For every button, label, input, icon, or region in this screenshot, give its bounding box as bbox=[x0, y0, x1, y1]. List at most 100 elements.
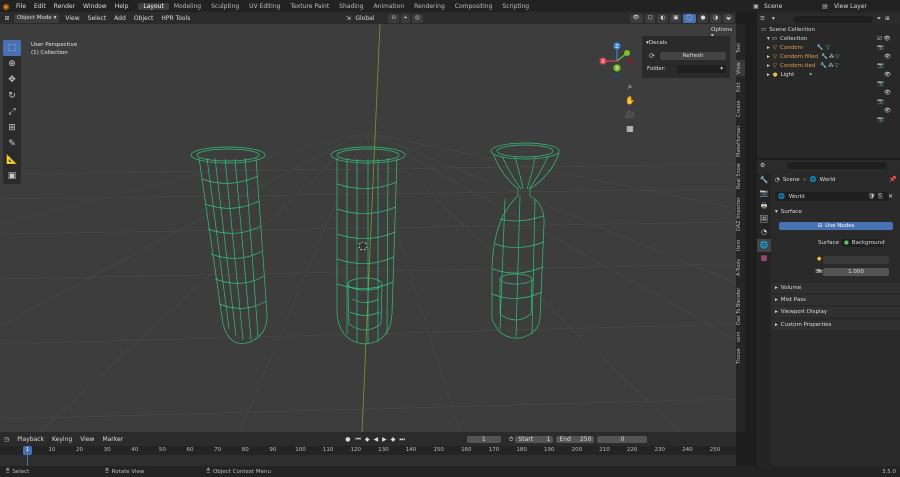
play-icon[interactable]: ▶ bbox=[380, 436, 389, 443]
play-reverse-icon[interactable]: ◀ bbox=[371, 436, 380, 443]
texture-properties-icon[interactable]: ▩ bbox=[757, 252, 771, 265]
cursor-tool-icon[interactable]: ⊕ bbox=[3, 56, 21, 72]
frame-offset-field[interactable]: 0 bbox=[597, 436, 648, 443]
tab-a-tools[interactable]: A-Tools bbox=[736, 256, 745, 280]
current-frame-field[interactable]: 1 bbox=[466, 436, 501, 443]
pan-hand-icon[interactable]: ✋ bbox=[624, 94, 636, 108]
camera-view-icon[interactable]: 🎥 bbox=[624, 108, 636, 122]
filter-dropdown-icon[interactable]: ▾ bbox=[768, 16, 779, 22]
header-menu-select[interactable]: Select bbox=[84, 15, 111, 22]
volume-panel-header[interactable]: ▸ Volume bbox=[771, 283, 900, 293]
3d-viewport[interactable]: User Perspective (1) Collection Z X Y ⌕ … bbox=[0, 24, 736, 432]
shading-material-icon[interactable]: ◑ bbox=[710, 13, 722, 23]
workspace-tab-texture-paint[interactable]: Texture Paint bbox=[285, 3, 334, 10]
timeline-menu-keying[interactable]: Keying bbox=[48, 436, 76, 443]
preview-range-icon[interactable]: ⏱ bbox=[507, 436, 516, 444]
header-menu-add[interactable]: Add bbox=[110, 15, 130, 22]
navigation-gizmo[interactable]: Z X Y bbox=[597, 41, 637, 81]
visibility-eye-icon[interactable]: 👁 📷 bbox=[877, 107, 899, 125]
header-menu-view[interactable]: View bbox=[61, 15, 83, 22]
snap-icon[interactable]: ⌖ bbox=[400, 13, 411, 23]
menu-render[interactable]: Render bbox=[50, 3, 79, 10]
mode-selector[interactable]: Object Mode ▾ bbox=[14, 13, 60, 23]
scene-properties-icon[interactable]: ◔ bbox=[757, 226, 771, 239]
overlays-icon[interactable]: ◐ bbox=[657, 13, 669, 23]
grid-perspective-icon[interactable]: ▦ bbox=[624, 122, 636, 136]
view-layer-selector[interactable]: View Layer bbox=[830, 3, 900, 10]
shading-rendered-icon[interactable]: ◒ bbox=[723, 13, 734, 23]
menu-edit[interactable]: Edit bbox=[30, 3, 50, 10]
collection-row[interactable]: ▾ ▭ Collection bbox=[767, 35, 807, 43]
gizmo-toggle-icon[interactable]: ⬡ bbox=[644, 13, 656, 23]
orientation-selector[interactable]: Global bbox=[352, 15, 388, 22]
surface-shader-field[interactable]: ● Background bbox=[841, 239, 885, 247]
color-swatch[interactable] bbox=[823, 256, 889, 264]
workspace-tab-modeling[interactable]: Modeling bbox=[169, 3, 206, 10]
jump-end-icon[interactable]: ⏭ bbox=[397, 436, 406, 444]
tab-tool[interactable]: Tool bbox=[736, 40, 745, 56]
fake-user-icon[interactable]: 🛡 bbox=[868, 193, 876, 200]
unlink-close-icon[interactable]: ✕ bbox=[888, 193, 893, 200]
tab-makehuman[interactable]: MakeHuman bbox=[736, 124, 745, 158]
pivot-point-icon[interactable]: ⊙ bbox=[388, 13, 399, 23]
tab-osm[interactable]: osm bbox=[736, 330, 745, 344]
timeline-menu-view[interactable]: View bbox=[76, 436, 98, 443]
transform-tool-icon[interactable]: ⊞ bbox=[3, 120, 21, 136]
annotate-tool-icon[interactable]: ✎ bbox=[3, 136, 21, 152]
tab-real-snow[interactable]: Real Snow bbox=[736, 162, 745, 190]
visibility-eye-icon[interactable]: 👁 📷 bbox=[877, 71, 899, 89]
blender-logo-icon[interactable]: ◉ bbox=[0, 2, 12, 11]
editor-type-icon[interactable]: ⊞ bbox=[0, 15, 14, 22]
workspace-tab-rendering[interactable]: Rendering bbox=[409, 3, 450, 10]
shading-solid-icon[interactable]: ● bbox=[697, 13, 709, 23]
view-layer-properties-icon[interactable]: 🖼 bbox=[757, 213, 771, 226]
workspace-tab-uv-editing[interactable]: UV Editing bbox=[244, 3, 285, 10]
shading-wireframe-icon[interactable]: ◯ bbox=[683, 13, 696, 23]
properties-search-field[interactable] bbox=[787, 162, 887, 169]
start-field[interactable]: Start 1 bbox=[515, 436, 554, 443]
scale-tool-icon[interactable]: ⤢ bbox=[3, 104, 21, 120]
mist-pass-panel-header[interactable]: ▸ Mist Pass bbox=[771, 295, 900, 305]
scene-collection-row[interactable]: ▭ Scene Collection bbox=[761, 26, 815, 34]
workspace-tab-sculpting[interactable]: Sculpting bbox=[206, 3, 244, 10]
use-nodes-button[interactable]: ⊟ Use Nodes bbox=[779, 222, 893, 230]
strength-field[interactable]: 1.000 bbox=[823, 268, 889, 276]
duplicate-icon[interactable]: ⎘ bbox=[878, 193, 883, 201]
header-menu-hpr-tools[interactable]: HPR Tools bbox=[157, 15, 194, 22]
timeline-editor-icon[interactable]: ◷ bbox=[0, 436, 13, 443]
custom-properties-panel-header[interactable]: ▸ Custom Properties bbox=[771, 320, 900, 330]
tab-daz-importer[interactable]: DAZ Importer bbox=[736, 194, 745, 234]
jump-start-icon[interactable]: ⏮ bbox=[353, 436, 362, 444]
move-tool-icon[interactable]: ✥ bbox=[3, 72, 21, 88]
visibility-icon[interactable]: 👁 bbox=[629, 13, 643, 23]
tab-daz-to-blender[interactable]: Daz To Blender bbox=[736, 284, 745, 328]
surface-panel-header[interactable]: ▾ Surface bbox=[775, 208, 802, 216]
workspace-tab-layout[interactable]: Layout bbox=[138, 2, 169, 10]
filter-funnel-icon[interactable]: ⏷ bbox=[873, 16, 885, 23]
decals-header[interactable]: ▾ Decals bbox=[646, 39, 667, 47]
zoom-icon[interactable]: ⌕ bbox=[624, 80, 636, 94]
workspace-tab-scripting[interactable]: Scripting bbox=[497, 3, 534, 10]
output-properties-icon[interactable]: 🖶 bbox=[757, 200, 771, 213]
timeline-menu-playback[interactable]: Playback bbox=[13, 436, 48, 443]
world-properties-icon[interactable]: 🌐 bbox=[757, 239, 771, 252]
proportional-edit-icon[interactable]: ◎ bbox=[412, 13, 423, 23]
menu-help[interactable]: Help bbox=[111, 3, 133, 10]
outliner-search-field[interactable] bbox=[792, 15, 873, 23]
tab-create[interactable]: Create bbox=[736, 98, 745, 120]
select-box-tool-icon[interactable]: ⬚ bbox=[3, 40, 21, 56]
add-cube-tool-icon[interactable]: ▣ bbox=[3, 168, 21, 184]
render-properties-icon[interactable]: 📷 bbox=[757, 187, 771, 200]
pin-icon[interactable]: 📌 bbox=[889, 176, 896, 183]
outliner-editor-icon[interactable]: ☰ bbox=[757, 16, 768, 22]
visibility-eye-icon[interactable]: ☑ 👁 📷 bbox=[877, 35, 899, 53]
rotate-tool-icon[interactable]: ↻ bbox=[3, 88, 21, 104]
tab-item[interactable]: Item bbox=[736, 238, 745, 252]
workspace-tab-animation[interactable]: Animation bbox=[369, 3, 410, 10]
visibility-eye-icon[interactable]: 👁 📷 bbox=[877, 89, 899, 107]
playhead-frame-indicator[interactable]: 1 bbox=[23, 446, 32, 455]
menu-file[interactable]: File bbox=[12, 3, 30, 10]
frame-track[interactable] bbox=[0, 455, 736, 466]
timeline-menu-marker[interactable]: Marker bbox=[98, 436, 127, 443]
workspace-tab-shading[interactable]: Shading bbox=[334, 3, 368, 10]
